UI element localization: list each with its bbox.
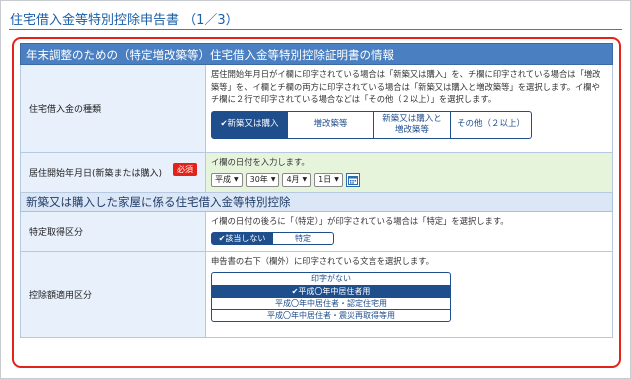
form-window: 住宅借入金等特別控除申告書 （1／3） 年末調整のための（特定増改築等）住宅借入… bbox=[0, 0, 631, 379]
loan-type-options: ✔新築又は購入 増改築等 新築又は購入と増改築等 その他（２以上） bbox=[211, 110, 607, 139]
specified-option-none[interactable]: ✔該当しない bbox=[211, 231, 273, 245]
calendar-icon[interactable] bbox=[345, 172, 360, 187]
loan-type-option-renovation[interactable]: 増改築等 bbox=[287, 110, 374, 139]
chevron-down-icon: ▼ bbox=[234, 176, 239, 183]
deduction-option-resident[interactable]: ✔平成〇年中居住者用 bbox=[212, 284, 450, 297]
title-divider bbox=[9, 29, 622, 30]
year-select[interactable]: 30年 ▼ bbox=[245, 172, 280, 187]
deduction-note: 申告書の右下（欄外）に印字されている文言を選択します。 bbox=[211, 256, 434, 266]
row-loan-type: 住宅借入金の種類 居住開始年月日がイ欄に印字されている場合は「新築又は購入」を、… bbox=[20, 65, 613, 153]
loan-type-field: 居住開始年月日がイ欄に印字されている場合は「新築又は購入」を、チ欄に印字されてい… bbox=[206, 65, 612, 152]
chevron-down-icon: ▼ bbox=[302, 176, 308, 183]
era-select[interactable]: 平成 ▼ bbox=[211, 172, 243, 187]
chevron-down-icon: ▼ bbox=[270, 176, 276, 183]
deduction-label: 控除額適用区分 bbox=[21, 252, 206, 337]
loan-type-option-other[interactable]: その他（２以上） bbox=[450, 110, 532, 139]
row-start-date: 居住開始年月日(新築または購入) 必須 イ欄の日付を入力します。 平成 ▼ 30年… bbox=[20, 153, 613, 193]
section-heading-new-purchase: 新築又は購入した家屋に係る住宅借入金等特別控除 bbox=[20, 193, 613, 212]
specified-note: イ欄の日付の後ろに「（特定）」が印字されている場合は「特定」を選択します。 bbox=[211, 216, 509, 226]
deduction-option-disaster[interactable]: 平成〇年中居住者・震災再取得等用 bbox=[212, 308, 450, 321]
start-date-field: イ欄の日付を入力します。 平成 ▼ 30年 ▼ 4月 ▼ 1日 ▼ bbox=[206, 153, 612, 192]
section-heading-certificate: 年末調整のための（特定増改築等）住宅借入金等特別控除証明書の情報 bbox=[20, 43, 613, 65]
deduction-option-certified[interactable]: 平成〇年中居住者・認定住宅用 bbox=[212, 296, 450, 309]
start-date-label-text: 居住開始年月日(新築または購入) bbox=[29, 169, 163, 179]
day-select[interactable]: 1日 ▼ bbox=[314, 172, 343, 187]
specified-label: 特定取得区分 bbox=[21, 212, 206, 251]
specified-field: イ欄の日付の後ろに「（特定）」が印字されている場合は「特定」を選択します。 ✔該… bbox=[206, 212, 612, 251]
loan-type-option-new[interactable]: ✔新築又は購入 bbox=[211, 110, 288, 139]
required-badge: 必須 bbox=[173, 163, 197, 176]
date-selects: 平成 ▼ 30年 ▼ 4月 ▼ 1日 ▼ bbox=[211, 172, 607, 187]
row-specified: 特定取得区分 イ欄の日付の後ろに「（特定）」が印字されている場合は「特定」を選択… bbox=[20, 212, 613, 252]
start-date-label: 居住開始年月日(新築または購入) 必須 bbox=[21, 153, 206, 192]
deduction-field: 申告書の右下（欄外）に印字されている文言を選択します。 印字がない ✔平成〇年中… bbox=[206, 252, 612, 337]
specified-options: ✔該当しない 特定 bbox=[211, 231, 607, 245]
page-title: 住宅借入金等特別控除申告書 （1／3） bbox=[10, 13, 239, 28]
row-deduction: 控除額適用区分 申告書の右下（欄外）に印字されている文言を選択します。 印字がな… bbox=[20, 252, 613, 338]
loan-type-option-new-and-renovation[interactable]: 新築又は購入と増改築等 bbox=[373, 110, 451, 139]
specified-option-specified[interactable]: 特定 bbox=[272, 231, 334, 245]
highlight-box: 年末調整のための（特定増改築等）住宅借入金等特別控除証明書の情報 住宅借入金の種… bbox=[12, 37, 621, 368]
loan-type-label: 住宅借入金の種類 bbox=[21, 65, 206, 152]
start-date-note: イ欄の日付を入力します。 bbox=[211, 157, 310, 167]
loan-type-note: 居住開始年月日がイ欄に印字されている場合は「新築又は購入」を、チ欄に印字されてい… bbox=[211, 69, 601, 104]
form-content: 年末調整のための（特定増改築等）住宅借入金等特別控除証明書の情報 住宅借入金の種… bbox=[20, 43, 613, 338]
deduction-options: 印字がない ✔平成〇年中居住者用 平成〇年中居住者・認定住宅用 平成〇年中居住者… bbox=[211, 271, 451, 322]
chevron-down-icon: ▼ bbox=[334, 176, 339, 183]
deduction-option-none[interactable]: 印字がない bbox=[212, 273, 450, 285]
month-select[interactable]: 4月 ▼ bbox=[282, 172, 312, 187]
